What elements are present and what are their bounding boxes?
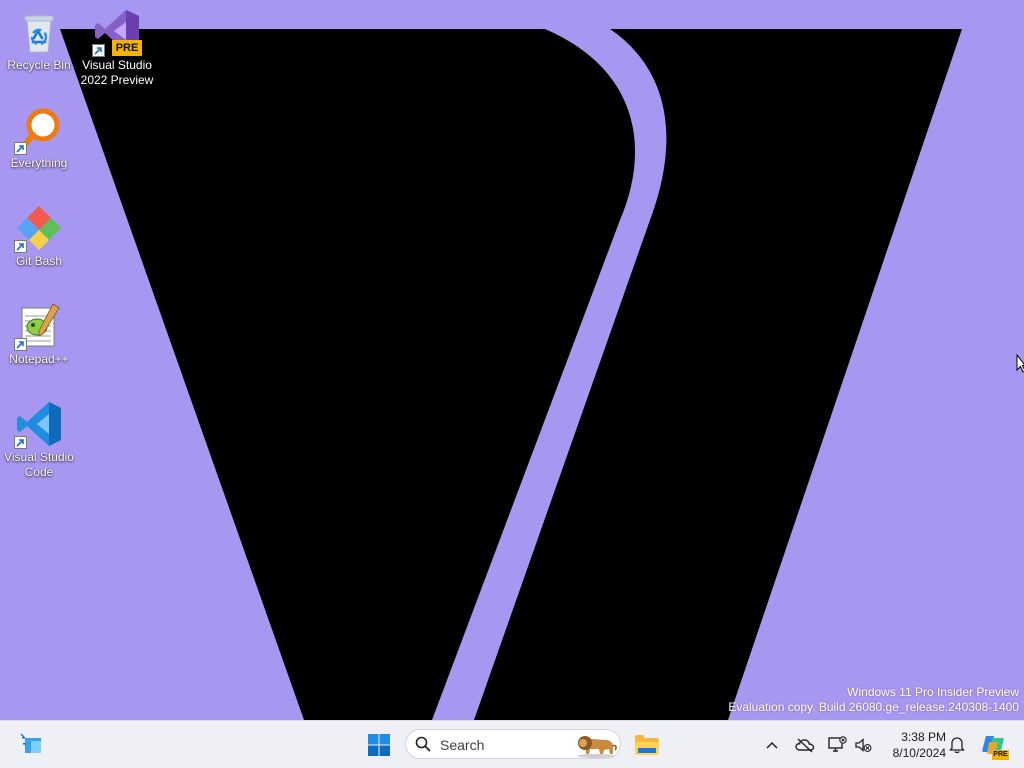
shortcut-arrow-icon — [14, 338, 27, 351]
widgets-button[interactable] — [14, 729, 48, 761]
desktop-icon-label: Visual Studio 2022 Preview — [80, 58, 154, 87]
onedrive-button[interactable] — [792, 731, 818, 759]
windows-logo-icon — [368, 734, 390, 756]
clock-date: 8/10/2024 — [892, 746, 946, 760]
desktop-icon-label: Recycle Bin — [7, 58, 71, 72]
network-no-internet-icon — [828, 736, 847, 752]
desktop[interactable]: Recycle Bin PRE Visual Studio 2022 Previ… — [0, 0, 1024, 720]
volume-button[interactable] — [850, 731, 876, 759]
shortcut-arrow-icon — [14, 436, 27, 449]
desktop-icon-visual-studio-preview[interactable]: PRE Visual Studio 2022 Preview — [78, 8, 156, 88]
shortcut-arrow-icon — [14, 240, 27, 253]
taskbar: Search 3:38 PM 8/10/2024 PRE — [0, 720, 1024, 768]
search-placeholder: Search — [440, 737, 485, 753]
vscode-icon — [14, 400, 63, 449]
taskbar-search-box[interactable]: Search — [405, 729, 621, 759]
folder-icon — [635, 735, 659, 755]
copilot-button[interactable]: PRE — [978, 729, 1009, 761]
chevron-up-icon — [766, 741, 778, 749]
desktop-icon-label: Everything — [10, 156, 68, 170]
preview-badge: PRE — [112, 40, 142, 56]
bell-icon — [949, 737, 965, 754]
desktop-icon-label: Visual Studio Code — [4, 450, 74, 479]
copilot-icon: PRE — [980, 732, 1009, 760]
taskbar-clock[interactable]: 3:38 PM 8/10/2024 — [880, 729, 946, 761]
show-hidden-icons-button[interactable] — [760, 731, 784, 759]
windows-watermark: Windows 11 Pro Insider Preview Evaluatio… — [728, 685, 1019, 715]
desktop-icon-everything[interactable]: Everything — [0, 106, 78, 171]
copilot-preview-badge: PRE — [992, 750, 1009, 760]
git-bash-icon — [14, 204, 63, 253]
wallpaper — [60, 29, 962, 720]
widgets-icon — [20, 733, 41, 753]
notepad-plus-plus-icon — [14, 302, 63, 351]
desktop-icon-git-bash[interactable]: Git Bash — [0, 204, 78, 269]
shortcut-arrow-icon — [92, 44, 105, 57]
watermark-build: Evaluation copy. Build 26080.ge_release.… — [728, 700, 1019, 714]
everything-search-icon — [14, 106, 63, 155]
volume-muted-icon — [855, 738, 872, 752]
desktop-icon-notepad-plus-plus[interactable]: Notepad++ — [0, 302, 78, 367]
search-icon — [415, 736, 431, 752]
desktop-icon-recycle-bin[interactable]: Recycle Bin — [0, 8, 78, 73]
watermark-edition: Windows 11 Pro Insider Preview — [847, 685, 1019, 699]
clock-time: 3:38 PM — [901, 730, 946, 744]
notifications-button[interactable] — [944, 731, 970, 759]
desktop-icon-label: Git Bash — [15, 254, 63, 268]
search-highlight-lion-icon — [577, 736, 617, 758]
shortcut-arrow-icon — [14, 142, 27, 155]
visual-studio-preview-icon: PRE — [92, 8, 142, 57]
mouse-cursor-icon — [1016, 354, 1024, 373]
desktop-icon-label: Notepad++ — [9, 352, 69, 366]
desktop-icon-vscode[interactable]: Visual Studio Code — [0, 400, 78, 480]
recycle-bin-icon — [15, 8, 63, 56]
file-explorer-button[interactable] — [630, 729, 664, 761]
cloud-offline-icon — [795, 738, 815, 753]
network-button[interactable] — [824, 731, 850, 759]
start-button[interactable] — [362, 729, 396, 761]
